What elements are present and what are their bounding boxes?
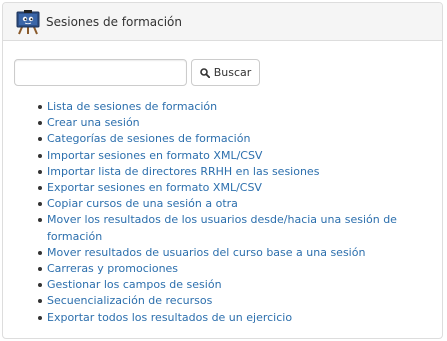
menu-link-export-exercise-results[interactable]: Exportar todos los resultados de un ejer… bbox=[47, 311, 292, 324]
list-item: Exportar sesiones en formato XML/CSV bbox=[37, 180, 397, 196]
menu-link-move-user-results[interactable]: Mover los resultados de los usuarios des… bbox=[47, 213, 397, 242]
list-item: Exportar todos los resultados de un ejer… bbox=[37, 310, 397, 326]
sessions-menu: Lista de sesiones de formación Crear una… bbox=[37, 99, 397, 326]
list-item: Carreras y promociones bbox=[37, 261, 397, 277]
list-item: Importar lista de directores RRHH en las… bbox=[37, 164, 397, 180]
menu-link-session-list[interactable]: Lista de sesiones de formación bbox=[47, 100, 217, 113]
panel-title: Sesiones de formación bbox=[46, 14, 183, 29]
search-input[interactable] bbox=[14, 59, 187, 86]
list-item: Copiar cursos de una sesión a otra bbox=[37, 196, 397, 212]
list-item: Mover los resultados de los usuarios des… bbox=[37, 212, 397, 244]
list-item: Mover resultados de usuarios del curso b… bbox=[37, 245, 397, 261]
search-icon bbox=[199, 67, 210, 78]
list-item: Categorías de sesiones de formación bbox=[37, 131, 397, 147]
sessions-panel: Sesiones de formación Buscar Lista de se… bbox=[2, 2, 443, 339]
menu-link-export-sessions[interactable]: Exportar sesiones en formato XML/CSV bbox=[47, 181, 262, 194]
menu-link-careers-promotions[interactable]: Carreras y promociones bbox=[47, 262, 178, 275]
menu-link-session-categories[interactable]: Categorías de sesiones de formación bbox=[47, 132, 250, 145]
list-item: Importar sesiones en formato XML/CSV bbox=[37, 148, 397, 164]
search-button[interactable]: Buscar bbox=[191, 59, 260, 86]
menu-link-copy-courses[interactable]: Copiar cursos de una sesión a otra bbox=[47, 197, 238, 210]
panel-heading: Sesiones de formación bbox=[3, 3, 442, 41]
list-item: Crear una sesión bbox=[37, 115, 397, 131]
list-item: Gestionar los campos de sesión bbox=[37, 277, 397, 293]
menu-link-import-sessions[interactable]: Importar sesiones en formato XML/CSV bbox=[47, 149, 262, 162]
list-item: Secuencialización de recursos bbox=[37, 293, 397, 309]
list-item: Lista de sesiones de formación bbox=[37, 99, 397, 115]
search-button-label: Buscar bbox=[213, 66, 252, 79]
training-sessions-icon bbox=[16, 9, 40, 34]
search-form: Buscar bbox=[14, 59, 260, 86]
menu-link-create-session[interactable]: Crear una sesión bbox=[47, 116, 140, 129]
menu-link-resource-sequencing[interactable]: Secuencialización de recursos bbox=[47, 294, 212, 307]
menu-link-move-base-course-results[interactable]: Mover resultados de usuarios del curso b… bbox=[47, 246, 365, 259]
menu-link-import-hr-directors[interactable]: Importar lista de directores RRHH en las… bbox=[47, 165, 319, 178]
menu-link-session-fields[interactable]: Gestionar los campos de sesión bbox=[47, 278, 222, 291]
